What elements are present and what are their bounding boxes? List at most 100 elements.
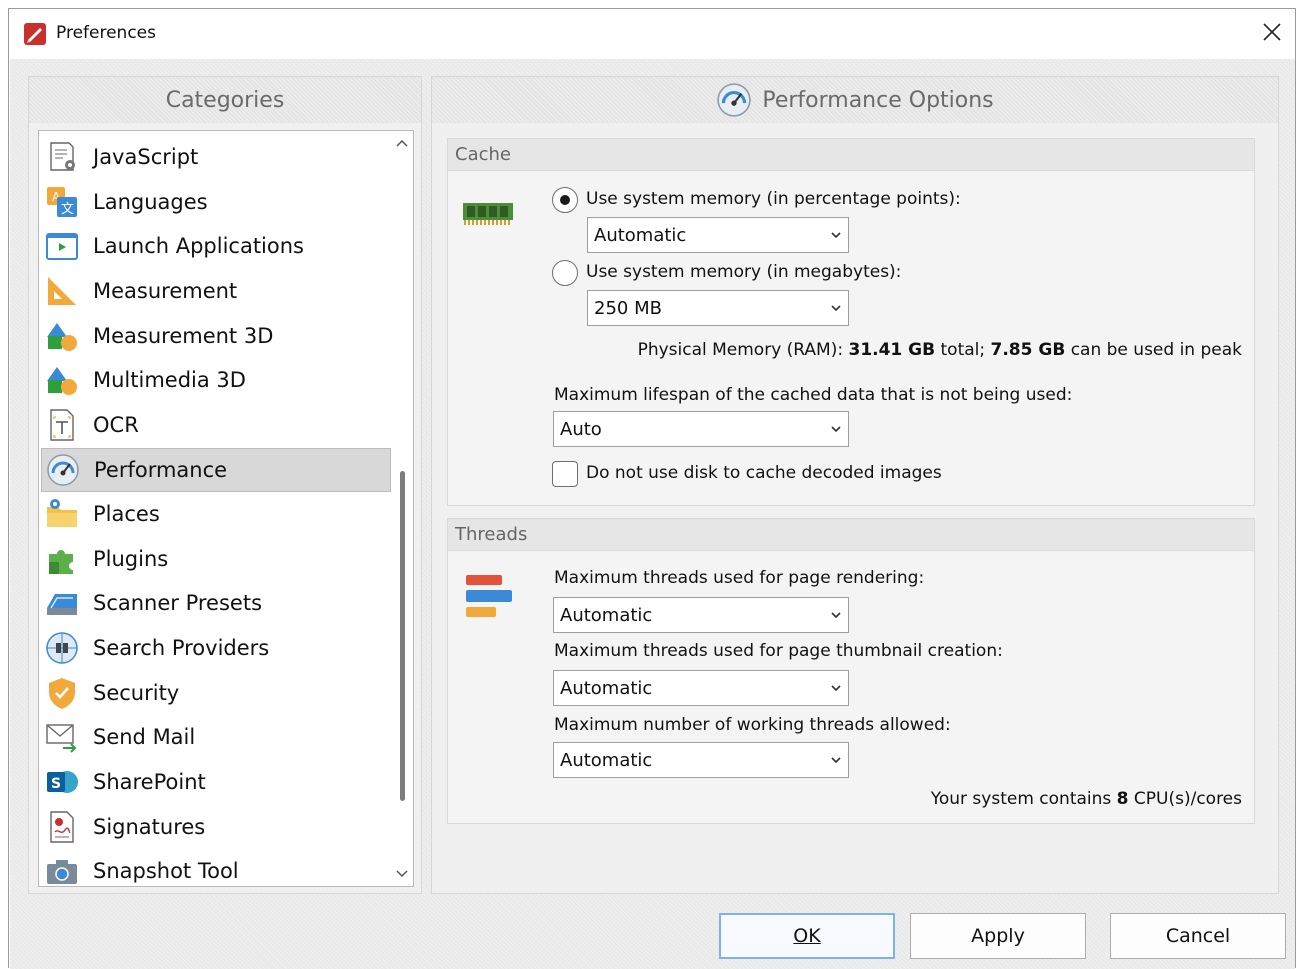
chevron-down-icon [831,757,841,764]
category-item-scanner-presets[interactable]: Scanner Presets [41,581,391,625]
window-title: Preferences [56,23,156,43]
category-label: Performance [94,458,228,482]
cpu-info: Your system contains 8 CPU(s)/cores [931,789,1242,809]
category-item-snapshot-tool[interactable]: Snapshot Tool [41,849,391,886]
preferences-dialog: Preferences Categories JavaScript A文 Lan… [8,8,1296,969]
cancel-button[interactable]: Cancel [1110,913,1286,959]
chevron-up-icon [396,139,408,147]
scroll-down-button[interactable] [391,864,413,884]
megabytes-select-value: 250 MB [594,297,662,319]
category-label: Plugins [93,547,169,571]
chevron-down-icon [831,685,841,692]
disk-cache-label: Do not use disk to cache decoded images [586,463,942,483]
threads-icon [466,575,512,617]
chevron-down-icon [831,305,841,312]
security-shield-icon [44,675,80,711]
multimedia-3d-icon [44,362,80,398]
use-percent-label: Use system memory (in percentage points)… [586,189,961,209]
category-label: JavaScript [93,145,199,169]
close-button[interactable] [1249,9,1295,55]
render-threads-value: Automatic [560,604,653,626]
percent-select[interactable]: Automatic [587,217,849,253]
render-threads-label: Maximum threads used for page rendering: [554,568,925,588]
chevron-down-icon [831,426,841,433]
thumbnail-threads-value: Automatic [560,677,653,699]
search-providers-icon [44,630,80,666]
threads-group: Threads Maximum threads used for page re… [447,518,1255,824]
working-threads-select[interactable]: Automatic [553,742,849,778]
category-label: Multimedia 3D [93,368,246,392]
physical-memory-info: Physical Memory (RAM): 31.41 GB total; 7… [638,340,1242,360]
category-label: Snapshot Tool [93,859,239,883]
category-item-send-mail[interactable]: Send Mail [41,715,391,759]
cpu-suffix: CPU(s)/cores [1128,789,1242,809]
scanner-icon [44,585,80,621]
category-label: Search Providers [93,636,270,660]
category-item-launch-applications[interactable]: Launch Applications [41,224,391,268]
category-item-plugins[interactable]: Plugins [41,537,391,581]
working-threads-label: Maximum number of working threads allowe… [554,715,951,735]
category-label: Send Mail [93,725,196,749]
chevron-down-icon [831,612,841,619]
ram-total: 31.41 GB [848,340,936,360]
category-label: Signatures [93,815,206,839]
signatures-icon [44,809,80,845]
ocr-icon [44,407,80,443]
title-bar: Preferences [9,9,1295,59]
category-item-ocr[interactable]: OCR [41,403,391,447]
category-item-javascript[interactable]: JavaScript [41,135,391,179]
measurement-3d-icon [44,318,80,354]
use-megabytes-radio[interactable] [552,260,578,286]
camera-icon [44,853,80,886]
category-item-places[interactable]: Places [41,492,391,536]
performance-options-panel: Performance Options Cache Use system mem… [431,76,1279,894]
category-item-measurement-3d[interactable]: Measurement 3D [41,314,391,358]
apply-button[interactable]: Apply [910,913,1086,959]
ok-button-label: OK [793,925,821,947]
render-threads-select[interactable]: Automatic [553,597,849,633]
category-label: Measurement 3D [93,324,274,348]
category-item-signatures[interactable]: Signatures [41,805,391,849]
close-icon [1263,23,1281,41]
category-item-measurement[interactable]: Measurement [41,269,391,313]
lifespan-label: Maximum lifespan of the cached data that… [554,385,1073,405]
cache-group-title: Cache [448,139,1254,171]
places-icon [44,496,80,532]
category-item-multimedia-3d[interactable]: Multimedia 3D [41,358,391,402]
thumbnail-threads-select[interactable]: Automatic [553,670,849,706]
category-item-security[interactable]: Security [41,671,391,715]
megabytes-select[interactable]: 250 MB [587,290,849,326]
ram-mid: total; [935,340,991,360]
ram-peak: 7.85 GB [990,340,1066,360]
cancel-button-label: Cancel [1165,925,1231,947]
languages-icon: A文 [44,184,80,220]
ok-button[interactable]: OK [719,913,895,959]
cache-group: Cache Use system memory (in percentage p… [447,138,1255,506]
category-item-performance[interactable]: Performance [41,448,391,492]
plugins-icon [44,541,80,577]
category-item-sharepoint[interactable]: S SharePoint [41,760,391,804]
lifespan-select[interactable]: Auto [553,411,849,447]
categories-list[interactable]: JavaScript A文 Languages Launch Applicati… [38,130,414,887]
performance-icon [717,83,752,117]
categories-scrollbar[interactable] [391,131,413,886]
use-percent-radio[interactable] [552,187,578,213]
measurement-icon [44,273,80,309]
disk-cache-checkbox[interactable] [552,461,578,487]
category-item-languages[interactable]: A文 Languages [41,180,391,224]
scroll-thumb[interactable] [400,471,405,801]
ram-prefix: Physical Memory (RAM): [637,340,849,360]
performance-options-title: Performance Options [762,87,994,113]
send-mail-icon [44,719,80,755]
cpu-prefix: Your system contains [930,789,1117,809]
use-megabytes-label: Use system memory (in megabytes): [586,262,902,282]
threads-group-title: Threads [448,519,1254,551]
chevron-down-icon [831,232,841,239]
apply-button-label: Apply [971,925,1025,947]
svg-text:文: 文 [61,202,74,217]
javascript-icon [44,139,80,175]
chevron-down-icon [396,870,408,878]
scroll-up-button[interactable] [391,133,413,153]
working-threads-value: Automatic [560,749,653,771]
category-item-search-providers[interactable]: Search Providers [41,626,391,670]
